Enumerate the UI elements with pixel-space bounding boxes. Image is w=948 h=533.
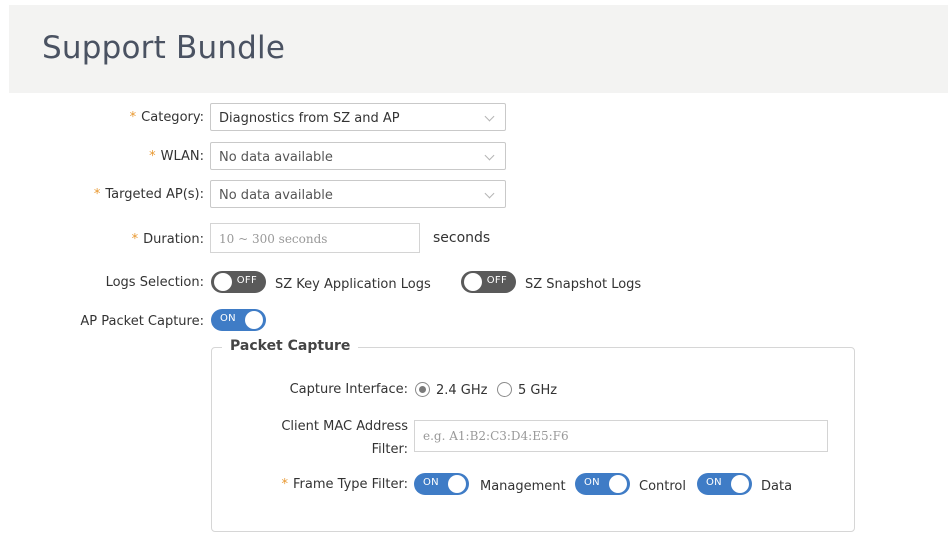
toggle-state: ON: [706, 477, 722, 488]
logs-selection-label: Logs Selection:: [105, 275, 204, 290]
duration-label: * Duration:: [131, 232, 204, 247]
toggle-state: OFF: [236, 275, 257, 286]
toggle-state: ON: [220, 313, 236, 324]
radio-24ghz-label: 2.4 GHz: [436, 383, 488, 398]
wlan-value: No data available: [219, 150, 333, 165]
control-label: Control: [639, 479, 686, 494]
key-app-logs-label: SZ Key Application Logs: [275, 277, 431, 292]
duration-placeholder: 10 ~ 300 seconds: [219, 232, 328, 246]
capture-interface-label: Capture Interface:: [289, 382, 408, 397]
frame-type-filter-label: * Frame Type Filter:: [281, 477, 408, 492]
toggle-knob: [214, 273, 232, 291]
client-mac-label-line2: Filter:: [371, 442, 408, 457]
control-toggle[interactable]: ON: [575, 473, 630, 495]
chevron-down-icon: [484, 111, 495, 122]
wlan-select[interactable]: No data available: [210, 142, 506, 170]
targeted-aps-label: * Targeted AP(s):: [93, 187, 204, 202]
snapshot-logs-label: SZ Snapshot Logs: [525, 277, 642, 292]
toggle-state: OFF: [486, 275, 507, 286]
targeted-aps-select[interactable]: No data available: [210, 180, 506, 208]
management-label: Management: [480, 479, 566, 494]
wlan-label: * WLAN:: [149, 149, 204, 164]
duration-input[interactable]: 10 ~ 300 seconds: [210, 223, 420, 253]
toggle-knob: [464, 273, 482, 291]
category-label: * Category:: [129, 110, 204, 125]
chevron-down-icon: [484, 150, 495, 161]
toggle-knob: [448, 475, 466, 493]
radio-5ghz[interactable]: [497, 382, 512, 397]
radio-24ghz[interactable]: [415, 382, 430, 397]
client-mac-label-line1: Client MAC Address: [281, 419, 408, 434]
radio-5ghz-label: 5 GHz: [518, 383, 558, 398]
data-label: Data: [761, 479, 793, 494]
key-app-logs-toggle[interactable]: OFF: [211, 271, 266, 293]
client-mac-placeholder: e.g. A1:B2:C3:D4:E5:F6: [423, 429, 569, 443]
page-title: Support Bundle: [42, 30, 286, 66]
category-value: Diagnostics from SZ and AP: [219, 111, 400, 126]
packet-capture-title: Packet Capture: [222, 338, 359, 354]
data-toggle[interactable]: ON: [697, 473, 752, 495]
toggle-state: ON: [584, 477, 600, 488]
targeted-aps-value: No data available: [219, 188, 333, 203]
ap-packet-capture-toggle[interactable]: ON: [211, 309, 266, 331]
toggle-knob: [731, 475, 749, 493]
snapshot-logs-toggle[interactable]: OFF: [461, 271, 516, 293]
toggle-state: ON: [423, 477, 439, 488]
chevron-down-icon: [484, 188, 495, 199]
management-toggle[interactable]: ON: [414, 473, 469, 495]
duration-unit: seconds: [433, 230, 491, 246]
client-mac-input[interactable]: e.g. A1:B2:C3:D4:E5:F6: [414, 420, 828, 452]
toggle-knob: [245, 311, 263, 329]
toggle-knob: [609, 475, 627, 493]
ap-packet-capture-label: AP Packet Capture:: [80, 314, 204, 329]
category-select[interactable]: Diagnostics from SZ and AP: [210, 103, 506, 131]
